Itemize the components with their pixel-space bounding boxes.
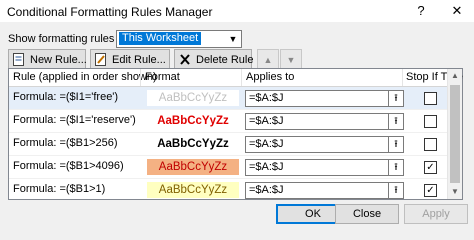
format-preview: AaBbCcYyZz <box>147 159 239 175</box>
applies-to-field[interactable]: =$A:$J ⭱ <box>245 182 404 199</box>
applies-to-field[interactable]: =$A:$J ⭱ <box>245 90 404 107</box>
collapse-range-icon[interactable]: ⭱ <box>388 183 403 198</box>
applies-to-value: =$A:$J <box>249 138 284 150</box>
stop-if-true-checkbox[interactable]: ✓ <box>424 184 437 197</box>
close-window-button[interactable]: ✕ <box>446 2 468 20</box>
collapse-range-icon[interactable]: ⭱ <box>388 91 403 106</box>
apply-button[interactable]: Apply <box>404 204 468 224</box>
delete-icon <box>180 54 190 65</box>
stop-if-true-checkbox[interactable] <box>424 138 437 151</box>
applies-to-field[interactable]: =$A:$J ⭱ <box>245 136 404 153</box>
header-format: Format <box>145 71 180 83</box>
rules-table: Rule (applied in order shown) Format App… <box>8 68 463 202</box>
rules-manager-dialog: Conditional Formatting Rules Manager ? ✕… <box>0 0 474 226</box>
scroll-up-icon[interactable]: ▲ <box>448 69 462 83</box>
rule-text: Formula: =($I1='free') <box>13 91 119 103</box>
new-rule-icon <box>13 53 24 66</box>
applies-to-value: =$A:$J <box>249 115 284 127</box>
header-rule: Rule (applied in order shown) <box>13 71 157 83</box>
show-rules-label: Show formatting rules for: <box>8 33 134 45</box>
triangle-down-icon: ▼ <box>286 55 296 65</box>
vertical-scrollbar[interactable]: ▲ ▼ <box>447 69 462 199</box>
applies-to-value: =$A:$J <box>249 161 284 173</box>
header-applies: Applies to <box>246 71 295 83</box>
applies-to-field[interactable]: =$A:$J ⭱ <box>245 113 404 130</box>
applies-to-value: =$A:$J <box>249 184 284 196</box>
show-rules-select[interactable]: This Worksheet ▼ <box>116 30 242 48</box>
chevron-down-icon: ▼ <box>228 34 238 44</box>
format-preview: AaBbCcYyZz <box>147 113 239 129</box>
help-button[interactable]: ? <box>410 2 432 20</box>
table-row[interactable]: Formula: =($B1>4096) AaBbCcYyZz =$A:$J ⭱… <box>9 156 462 179</box>
scroll-thumb[interactable] <box>450 85 460 183</box>
delete-rule-label: Delete Rule <box>196 54 254 66</box>
header-divider <box>402 69 403 86</box>
scroll-down-icon[interactable]: ▼ <box>448 185 462 199</box>
close-button[interactable]: Close <box>335 204 399 224</box>
collapse-range-icon[interactable]: ⭱ <box>388 114 403 129</box>
format-preview: AaBbCcYyZz <box>147 182 239 198</box>
window-title: Conditional Formatting Rules Manager <box>7 5 213 19</box>
stop-if-true-checkbox[interactable]: ✓ <box>424 161 437 174</box>
title-bar: Conditional Formatting Rules Manager ? ✕ <box>0 0 474 22</box>
format-preview: AaBbCcYyZz <box>147 90 239 106</box>
table-row[interactable]: Formula: =($I1='free') AaBbCcYyZz =$A:$J… <box>9 87 462 110</box>
rule-text: Formula: =($B1>256) <box>13 137 118 149</box>
collapse-range-icon[interactable]: ⭱ <box>388 160 403 175</box>
triangle-up-icon: ▲ <box>263 55 273 65</box>
table-row[interactable]: Formula: =($I1='reserve') AaBbCcYyZz =$A… <box>9 110 462 133</box>
rule-text: Formula: =($I1='reserve') <box>13 114 136 126</box>
applies-to-field[interactable]: =$A:$J ⭱ <box>245 159 404 176</box>
new-rule-label: New Rule... <box>30 54 87 66</box>
applies-to-value: =$A:$J <box>249 92 284 104</box>
edit-rule-label: Edit Rule... <box>112 54 166 66</box>
show-rules-value: This Worksheet <box>119 32 202 45</box>
collapse-range-icon[interactable]: ⭱ <box>388 137 403 152</box>
table-header: Rule (applied in order shown) Format App… <box>9 69 463 87</box>
edit-rule-icon <box>95 53 106 66</box>
rule-text: Formula: =($B1>4096) <box>13 160 124 172</box>
rule-text: Formula: =($B1>1) <box>13 183 106 195</box>
format-preview: AaBbCcYyZz <box>147 136 239 152</box>
table-row[interactable]: Formula: =($B1>1) AaBbCcYyZz =$A:$J ⭱ ✓ <box>9 179 462 202</box>
header-divider <box>241 69 242 86</box>
stop-if-true-checkbox[interactable] <box>424 92 437 105</box>
header-divider <box>140 69 141 86</box>
table-row[interactable]: Formula: =($B1>256) AaBbCcYyZz =$A:$J ⭱ <box>9 133 462 156</box>
stop-if-true-checkbox[interactable] <box>424 115 437 128</box>
